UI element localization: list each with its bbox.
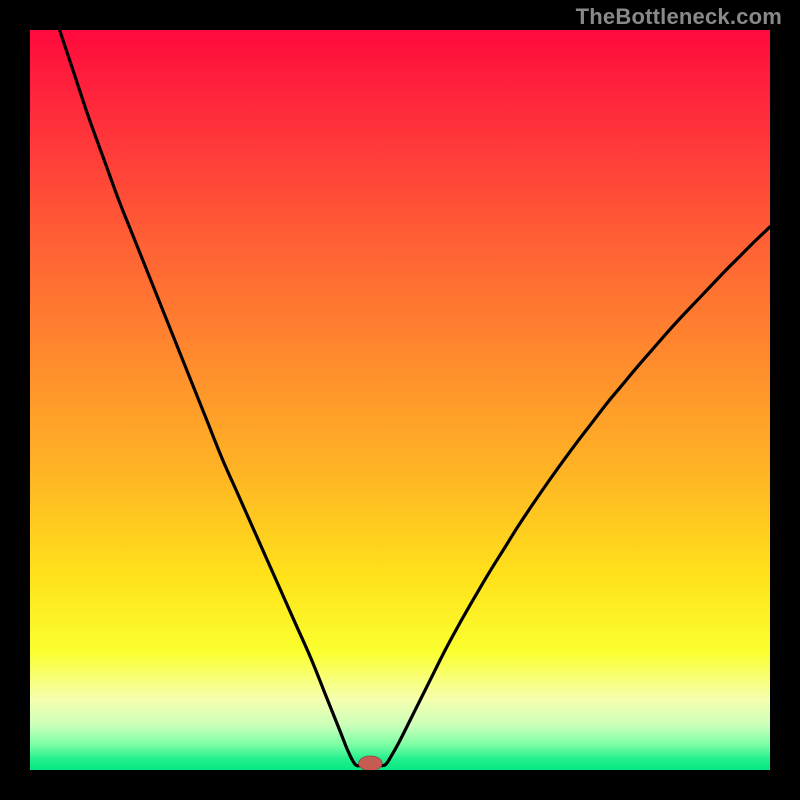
optimum-marker	[359, 756, 383, 770]
attribution-label: TheBottleneck.com	[576, 4, 782, 30]
chart-svg	[30, 30, 770, 770]
chart-frame: TheBottleneck.com	[0, 0, 800, 800]
plot-area	[30, 30, 770, 770]
gradient-background	[30, 30, 770, 770]
